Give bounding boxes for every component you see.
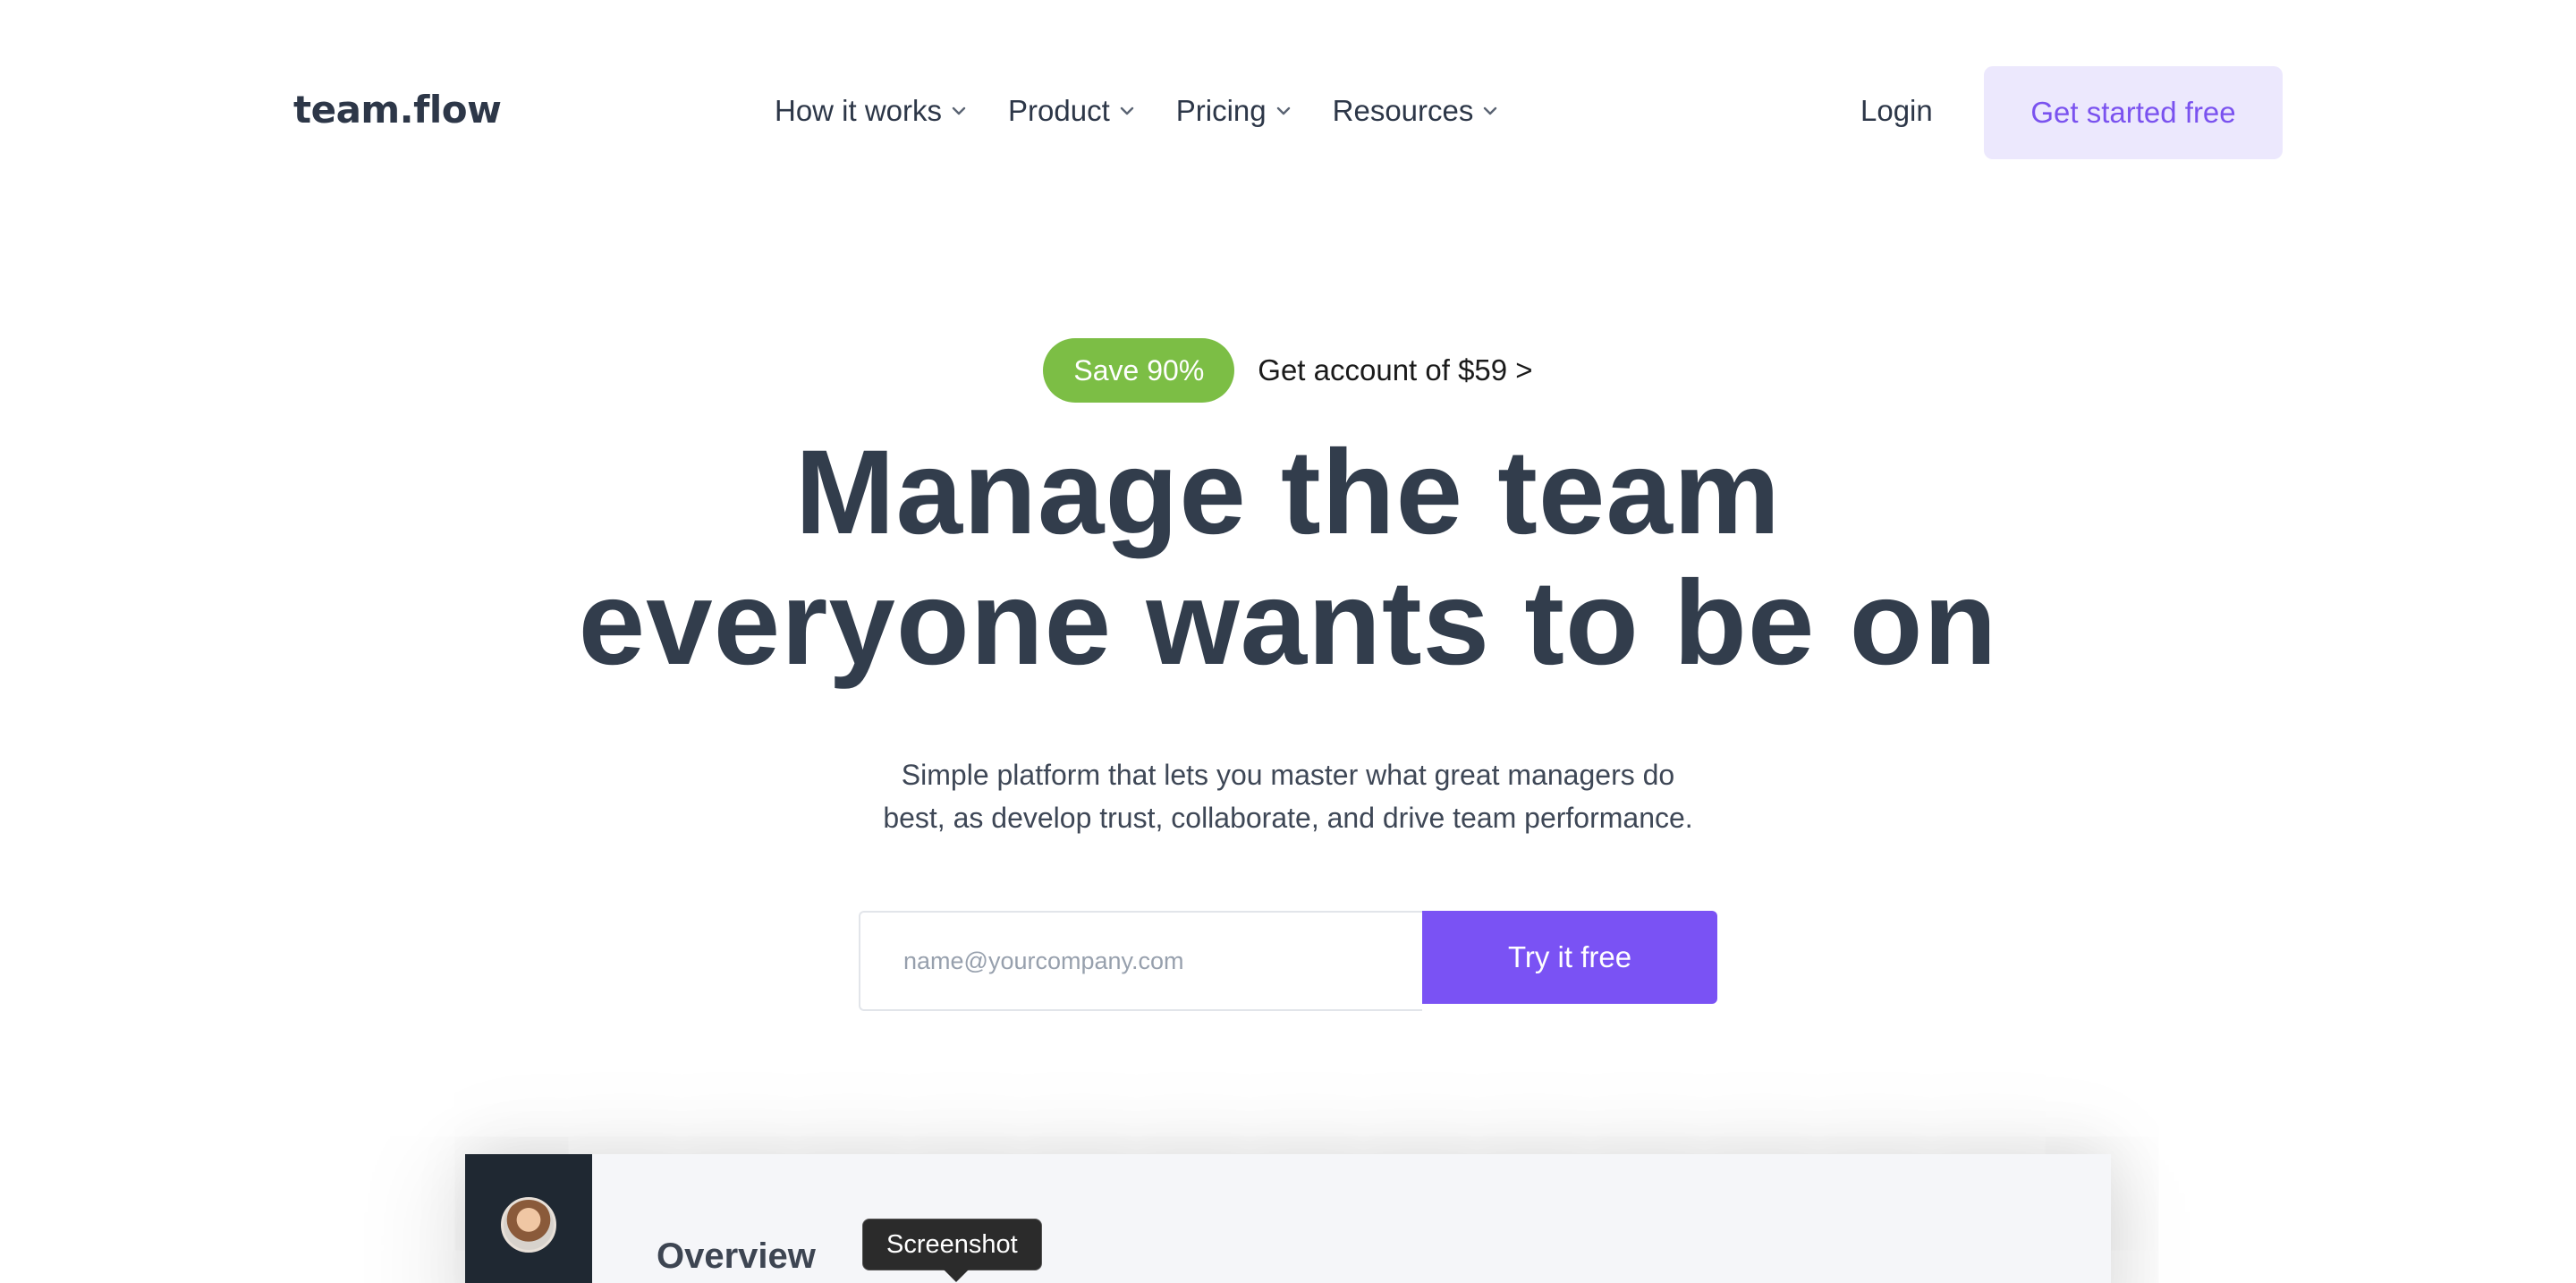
subtitle-line-2: best, as develop trust, collaborate, and…: [883, 802, 1693, 834]
chevron-down-icon: [952, 106, 966, 115]
screenshot-tooltip: Screenshot: [862, 1219, 1042, 1282]
avatar: [501, 1197, 556, 1253]
nav-item-label: How it works: [775, 94, 943, 127]
preview-title: Overview: [657, 1236, 816, 1276]
nav-item-label: Pricing: [1175, 94, 1267, 127]
main-nav: How it works Product Pricing Resources: [775, 89, 1539, 132]
landing-page: team.flow How it works Product Pricing R…: [0, 0, 2576, 1283]
headline-line-1: Manage the team: [794, 426, 1782, 559]
headline-line-2: everyone wants to be on: [578, 557, 1998, 690]
get-started-button[interactable]: Get started free: [1984, 66, 2283, 159]
email-field[interactable]: [859, 911, 1422, 1011]
login-link[interactable]: Login: [1860, 89, 1933, 132]
nav-item-product[interactable]: Product: [1008, 89, 1135, 132]
chevron-down-icon: [1120, 106, 1133, 115]
subtitle-line-1: Simple platform that lets you master wha…: [901, 759, 1675, 791]
nav-item-label: Product: [1008, 94, 1110, 127]
signup-form: Try it free: [859, 911, 1717, 1011]
nav-item-resources[interactable]: Resources: [1333, 89, 1499, 132]
nav-item-label: Resources: [1332, 94, 1474, 127]
promo-banner: Save 90% Get account of $59 >: [0, 338, 2576, 403]
nav-item-how-it-works[interactable]: How it works: [775, 89, 967, 132]
save-badge: Save 90%: [1043, 338, 1235, 403]
nav-item-pricing[interactable]: Pricing: [1176, 89, 1292, 132]
try-it-free-button[interactable]: Try it free: [1422, 911, 1717, 1004]
hero-headline: Manage the team everyone wants to be on: [0, 428, 2576, 689]
hero-subtitle: Simple platform that lets you master wha…: [0, 753, 2576, 839]
chevron-down-icon: [1484, 106, 1497, 115]
logo[interactable]: team.flow: [293, 86, 502, 134]
app-preview: Overview: [465, 1154, 2111, 1283]
chevron-down-icon: [1276, 106, 1290, 115]
promo-link[interactable]: Get account of $59 >: [1258, 353, 1532, 387]
preview-sidebar: [465, 1154, 592, 1283]
